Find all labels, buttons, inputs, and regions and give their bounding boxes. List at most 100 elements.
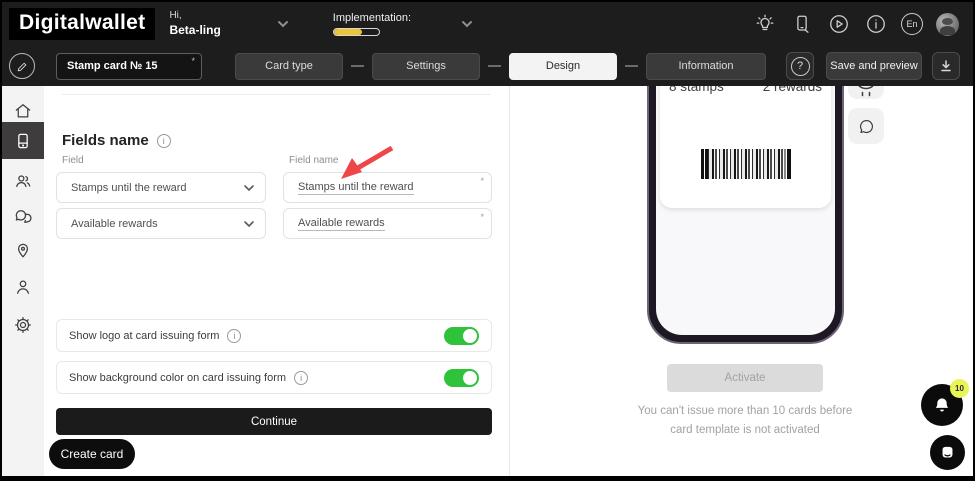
field-name-input-rewards[interactable]: Available rewards * (283, 208, 492, 239)
idea-lightbulb-icon[interactable] (753, 12, 777, 36)
toggle-info-icon[interactable]: i (294, 370, 309, 385)
step-connector (351, 65, 364, 67)
left-sidebar (2, 86, 44, 476)
barcode (700, 149, 791, 179)
field-column-label: Field (62, 155, 84, 166)
help-button[interactable]: ? (786, 52, 814, 80)
notification-badge: 10 (950, 379, 969, 398)
implementation-chevron-down-icon[interactable] (457, 14, 477, 34)
create-card-button[interactable]: Create card (49, 439, 135, 469)
download-button[interactable] (932, 52, 960, 80)
greeting-username: Beta-ling (169, 22, 221, 37)
app-logo: Digitalwallet (9, 8, 156, 40)
piggy-bank-icon (858, 86, 874, 96)
toggle-info-icon[interactable]: i (227, 328, 242, 343)
stamps-stat: STAMPS UNTIL THE REWA... 8 stamps (669, 86, 741, 94)
info-icon[interactable] (864, 12, 888, 36)
field-dropdown-stamps[interactable]: Stamps until the reward (56, 172, 266, 203)
app-window: Digitalwallet Hi, Beta-ling Implementati… (0, 0, 975, 481)
toggle-row-show-background: Show background color on card issuing fo… (56, 361, 492, 394)
chevron-down-icon (244, 184, 254, 191)
fields-name-title: Fields name (62, 132, 149, 149)
bell-icon (935, 398, 949, 412)
note-line-2: card template is not activated (670, 423, 820, 436)
card-icon (18, 133, 28, 148)
header-icons: En (753, 12, 959, 36)
dropdown-value: Stamps until the reward (71, 181, 187, 194)
activation-note: You can't issue more than 10 cards befor… (575, 402, 915, 440)
design-form-panel: Fields name i Field Field name Stamps un… (44, 86, 510, 476)
comment-icon-button[interactable] (848, 108, 884, 144)
gear-icon (15, 317, 31, 333)
user-menu-chevron-down-icon[interactable] (273, 14, 293, 34)
messenger-icon (942, 446, 953, 458)
step-connector (625, 65, 638, 67)
card-preview-panel: ★ ★ ★ ★ ★ STAMPS UNTIL THE REWA... 8 sta… (511, 86, 973, 476)
required-marker: * (480, 176, 484, 186)
edit-pencil-icon[interactable] (9, 53, 35, 79)
toggle-row-show-logo: Show logo at card issuing form i (56, 319, 492, 352)
show-logo-toggle[interactable] (444, 326, 479, 345)
sidebar-item-cards[interactable] (2, 122, 44, 159)
field-name-input-stamps[interactable]: Stamps until the reward * (283, 172, 492, 203)
mobile-device-icon[interactable] (790, 12, 814, 36)
clients-icon (16, 175, 31, 188)
location-pin-icon (17, 243, 29, 258)
card-toolbar: Stamp card № 15 * Card type Settings Des… (2, 46, 973, 86)
save-and-preview-button[interactable]: Save and preview (826, 52, 922, 80)
field-name-column-label: Field name (289, 155, 339, 166)
implementation-progress-bar (332, 28, 380, 36)
download-icon (941, 60, 951, 72)
rewards-stat: AVAILABLE REWARDS 2 rewards (763, 86, 822, 94)
tab-card-type[interactable]: Card type (235, 52, 343, 80)
home-icon (15, 104, 31, 118)
user-greeting: Hi, Beta-ling (169, 10, 220, 38)
fields-name-heading: Fields name i (62, 132, 171, 149)
toggle-label: Show background color on card issuing fo… (69, 371, 287, 384)
chat-icon (15, 210, 32, 224)
rewards-stat-value: 2 rewards (762, 86, 822, 94)
continue-button[interactable]: Continue (56, 408, 492, 435)
tab-information[interactable]: Information (646, 52, 766, 80)
tab-design[interactable]: Design (509, 52, 617, 80)
greeting-hi: Hi, (169, 10, 182, 22)
preview-card: ★ ★ ★ ★ ★ STAMPS UNTIL THE REWA... 8 sta… (660, 86, 831, 208)
implementation-label: Implementation: (332, 12, 412, 24)
messenger-button[interactable] (930, 435, 965, 470)
sidebar-item-locations[interactable] (2, 236, 44, 266)
dropdown-value: Available rewards (71, 217, 158, 230)
user-avatar[interactable] (936, 12, 959, 36)
user-icon (16, 280, 30, 294)
sidebar-item-clients[interactable] (2, 166, 44, 196)
field-dropdown-rewards[interactable]: Available rewards (56, 208, 266, 239)
sidebar-item-settings[interactable] (2, 310, 44, 340)
phone-screen: ★ ★ ★ ★ ★ STAMPS UNTIL THE REWA... 8 sta… (656, 86, 835, 335)
sidebar-item-profile[interactable] (2, 272, 44, 302)
tab-settings[interactable]: Settings (372, 52, 480, 80)
fields-info-icon[interactable]: i (156, 133, 171, 148)
toggle-label: Show logo at card issuing form (69, 329, 220, 342)
activate-button[interactable]: Activate (667, 364, 823, 392)
play-video-icon[interactable] (827, 12, 851, 36)
chevron-down-icon (244, 220, 254, 227)
section-divider (62, 94, 491, 95)
show-background-toggle[interactable] (444, 368, 479, 387)
card-name-input[interactable]: Stamp card № 15 * (56, 52, 202, 80)
question-mark-icon: ? (790, 56, 810, 76)
partially-visible-icon-button[interactable] (848, 86, 884, 99)
language-selector[interactable]: En (901, 13, 923, 35)
sidebar-item-chats[interactable] (2, 202, 44, 232)
required-marker: * (480, 212, 484, 222)
implementation-widget: Implementation: (332, 12, 412, 36)
note-line-1: You can't issue more than 10 cards befor… (637, 405, 853, 417)
speech-bubble-icon (859, 119, 873, 133)
input-value: Stamps until the reward (298, 180, 414, 195)
card-name-value: Stamp card № 15 (67, 60, 158, 72)
input-value: Available rewards (298, 216, 385, 231)
stamps-stat-value: 8 stamps (669, 86, 724, 94)
required-marker: * (191, 55, 195, 66)
phone-mockup: ★ ★ ★ ★ ★ STAMPS UNTIL THE REWA... 8 sta… (647, 86, 844, 344)
step-tabs: Card type Settings Design Information (235, 52, 766, 80)
top-header: Digitalwallet Hi, Beta-ling Implementati… (2, 2, 973, 46)
card-stats: STAMPS UNTIL THE REWA... 8 stamps AVAILA… (660, 86, 831, 94)
